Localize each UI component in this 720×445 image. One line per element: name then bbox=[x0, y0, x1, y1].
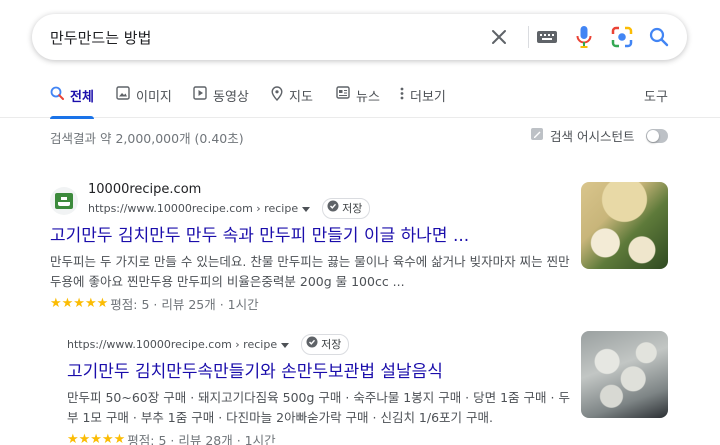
caret-down-icon[interactable] bbox=[281, 337, 290, 353]
news-icon bbox=[336, 86, 350, 103]
save-icon bbox=[327, 200, 339, 217]
rating-text: 평점: 5 · 리뷰 28개 · 1시간 bbox=[127, 433, 276, 445]
tab-maps-label: 지도 bbox=[289, 90, 313, 105]
search-box[interactable]: 만두만드는 방법 bbox=[32, 14, 687, 60]
more-vert-icon bbox=[400, 86, 404, 104]
result-thumbnail[interactable] bbox=[581, 182, 668, 269]
keyboard-icon[interactable] bbox=[535, 14, 559, 60]
result-rating: ★★★★★ 평점: 5 · 리뷰 25개 · 1시간 bbox=[50, 294, 570, 313]
rating-stars: ★★★★★ bbox=[67, 432, 126, 445]
result-url: https://www.10000recipe.com › recipe bbox=[67, 337, 278, 351]
google-search-icon bbox=[50, 86, 64, 104]
search-tabs: 전체 이미지 동영상 지도 뉴스 더보기 도구 bbox=[0, 78, 720, 119]
result-snippet: 만두피 50~60장 구매 · 돼지고기다짐육 500g 구매 · 숙주나물 1… bbox=[67, 390, 570, 425]
result-title-link[interactable]: 고기만두 김치만두 만두 속과 만두피 만들기 이글 하나면 ... bbox=[50, 225, 570, 247]
tab-news[interactable]: 뉴스 bbox=[336, 78, 380, 118]
tab-more-label: 더보기 bbox=[410, 90, 446, 105]
image-icon bbox=[116, 86, 130, 104]
tab-maps[interactable]: 지도 bbox=[271, 78, 313, 118]
save-icon bbox=[306, 336, 318, 353]
tools-button[interactable]: 도구 bbox=[644, 78, 668, 118]
tab-images-label: 이미지 bbox=[136, 90, 172, 105]
save-label: 저장 bbox=[342, 201, 363, 215]
result-source[interactable]: 10000recipe.com https://www.10000recipe.… bbox=[50, 182, 570, 219]
tab-videos-label: 동영상 bbox=[213, 90, 249, 105]
recipe-site-favicon-icon bbox=[50, 186, 78, 215]
tab-all[interactable]: 전체 bbox=[50, 78, 94, 119]
map-pin-icon bbox=[271, 86, 283, 105]
search-input[interactable]: 만두만드는 방법 bbox=[50, 27, 151, 48]
caret-down-icon[interactable] bbox=[302, 201, 311, 217]
tab-images[interactable]: 이미지 bbox=[116, 78, 172, 118]
lens-icon[interactable] bbox=[610, 14, 634, 60]
result-snippet: 만두피는 두 가지로 만들 수 있는데요. 찬물 만두피는 끓는 물이나 육수에… bbox=[50, 254, 570, 289]
result-rating: ★★★★★ 평점: 5 · 리뷰 28개 · 1시간 bbox=[67, 430, 570, 445]
search-result: 10000recipe.com https://www.10000recipe.… bbox=[50, 182, 570, 313]
video-icon bbox=[193, 86, 207, 104]
search-assistant-toggle[interactable] bbox=[646, 128, 669, 143]
result-thumbnail[interactable] bbox=[581, 331, 668, 418]
close-icon[interactable] bbox=[487, 14, 511, 60]
result-url: https://www.10000recipe.com › recipe bbox=[88, 201, 299, 215]
result-stats: 검색결과 약 2,000,000개 (0.40초) bbox=[50, 131, 244, 146]
search-icon[interactable] bbox=[647, 14, 671, 60]
save-button[interactable]: 저장 bbox=[301, 334, 350, 355]
rating-text: 평점: 5 · 리뷰 25개 · 1시간 bbox=[110, 297, 259, 312]
search-assistant[interactable]: 검색 어시스턴트 bbox=[530, 126, 669, 145]
search-divider bbox=[528, 26, 529, 48]
tab-all-label: 전체 bbox=[70, 90, 94, 105]
save-label: 저장 bbox=[321, 337, 342, 351]
pencil-icon bbox=[530, 127, 544, 144]
tab-videos[interactable]: 동영상 bbox=[193, 78, 249, 118]
rating-stars: ★★★★★ bbox=[50, 296, 109, 311]
mic-icon[interactable] bbox=[573, 14, 595, 60]
tab-news-label: 뉴스 bbox=[356, 90, 380, 105]
tools-label: 도구 bbox=[644, 90, 668, 105]
site-name: 10000recipe.com bbox=[88, 182, 202, 197]
save-button[interactable]: 저장 bbox=[322, 198, 371, 219]
result-title-link[interactable]: 고기만두 김치만두속만들기와 손만두보관법 설날음식 bbox=[67, 361, 570, 383]
search-assistant-label: 검색 어시스턴트 bbox=[550, 129, 635, 144]
search-result: https://www.10000recipe.com › recipe 저장 … bbox=[67, 334, 570, 445]
tab-more[interactable]: 더보기 bbox=[400, 78, 446, 118]
